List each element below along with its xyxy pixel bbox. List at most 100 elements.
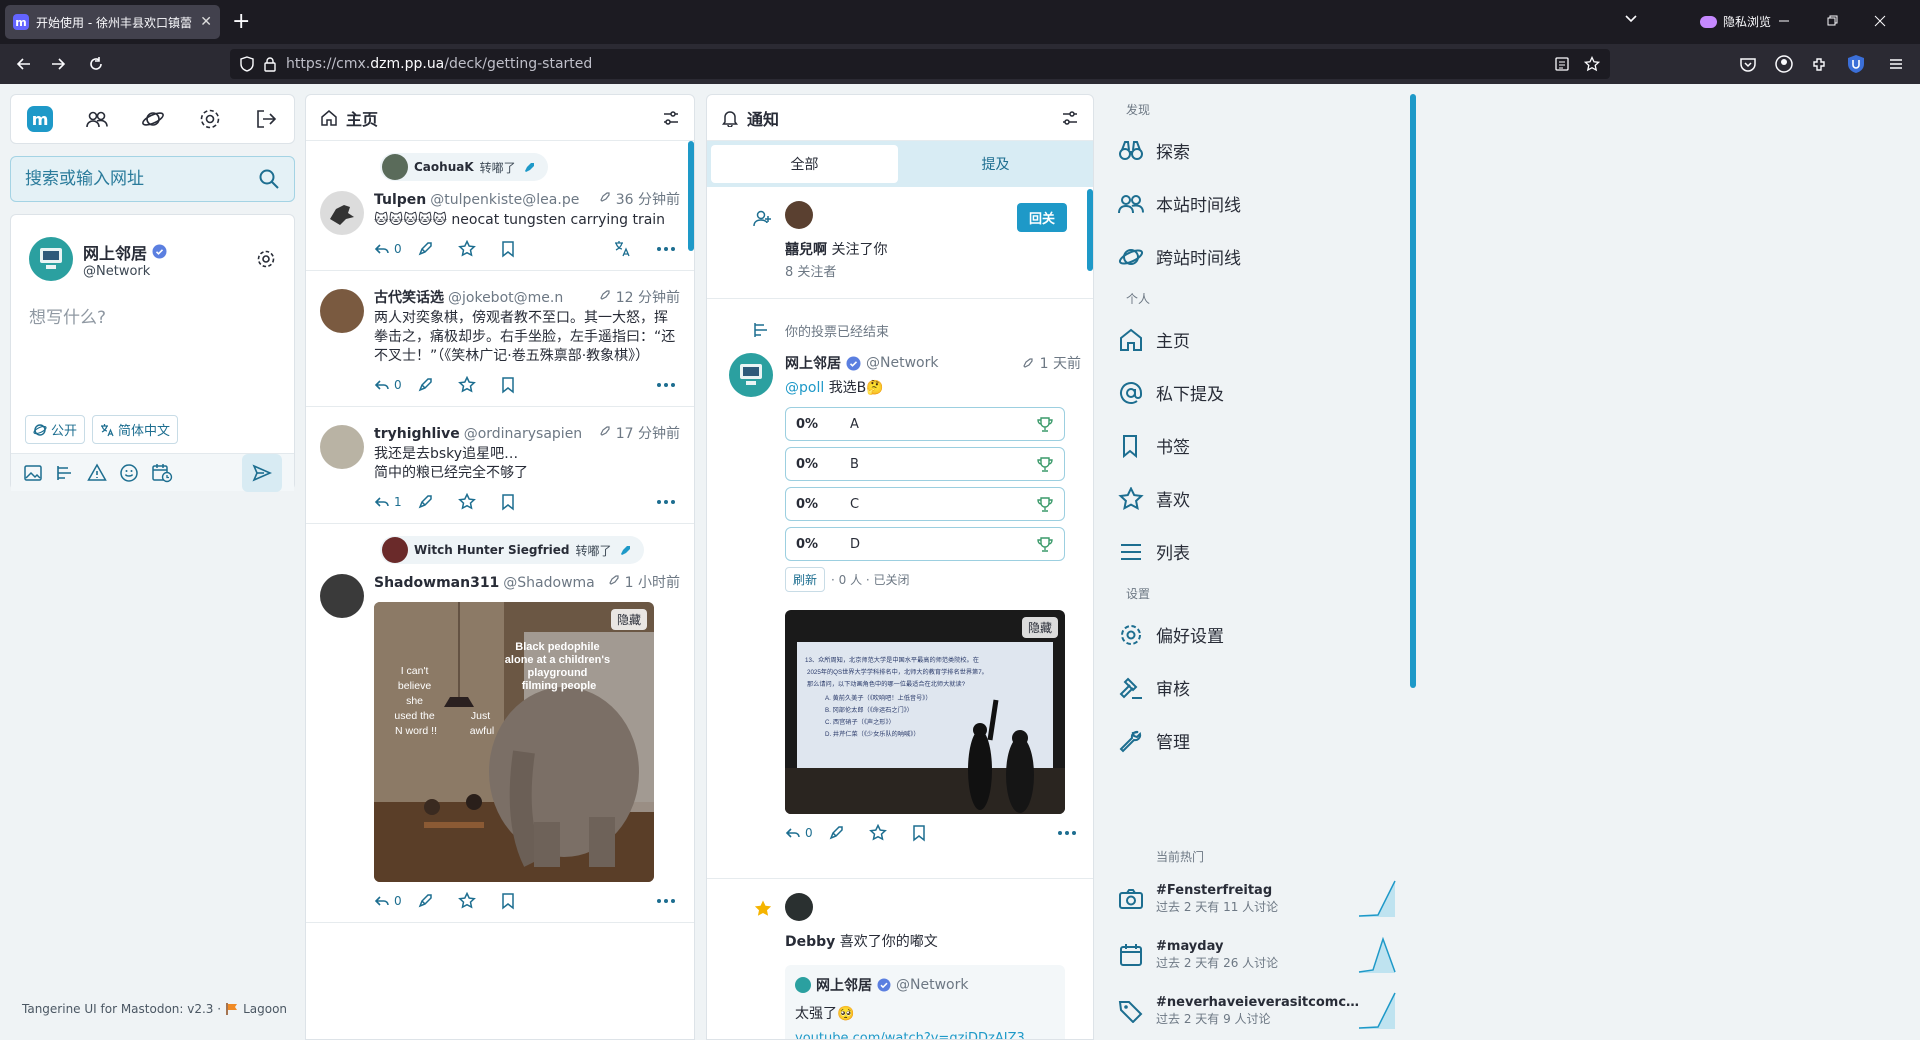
column-settings-icon[interactable] xyxy=(662,109,680,127)
compose-textarea[interactable] xyxy=(29,303,279,383)
trend-tag[interactable]: #neverhaveieverasitcomcharac… xyxy=(1156,995,1366,1010)
status-time[interactable]: 36 分钟前 xyxy=(616,189,680,209)
translate-button[interactable] xyxy=(614,240,656,258)
shield-icon[interactable] xyxy=(240,56,254,72)
follow-notification[interactable]: 回关 囍兒啊 关注了你 8 关注者 xyxy=(707,187,1093,299)
minimize-icon[interactable] xyxy=(1774,11,1794,31)
status-display-name[interactable]: Tulpen xyxy=(374,192,426,208)
favourite-button[interactable] xyxy=(869,824,911,842)
avatar[interactable] xyxy=(320,191,364,235)
visibility-button[interactable]: 公开 xyxy=(25,415,86,444)
bookmark-button[interactable] xyxy=(500,240,542,258)
status-time[interactable]: 1 小时前 xyxy=(625,572,680,592)
avatar[interactable] xyxy=(785,201,813,229)
status-acct[interactable]: @ordinarysapien xyxy=(464,426,594,442)
nav-item-preferences[interactable]: 偏好设置 xyxy=(1106,608,1416,661)
boost-button[interactable] xyxy=(416,240,458,258)
nav-item-home[interactable]: 主页 xyxy=(1106,313,1416,366)
status-display-name[interactable]: Shadowman311 xyxy=(374,575,499,591)
bookmark-button[interactable] xyxy=(500,892,542,910)
status-time[interactable]: 1 天前 xyxy=(1040,353,1081,373)
boost-button[interactable] xyxy=(416,892,458,910)
home-column-header[interactable]: 主页 xyxy=(306,95,694,141)
status-acct[interactable]: @jokebot@me.n xyxy=(448,290,594,306)
nav-item-administration[interactable]: 管理 xyxy=(1106,714,1416,767)
trend-tag[interactable]: #Fensterfreitag xyxy=(1156,883,1366,898)
status-display-name[interactable]: tryhighlive xyxy=(374,426,460,442)
notifications-column-header[interactable]: 通知 xyxy=(707,95,1093,141)
lock-icon[interactable] xyxy=(264,56,276,72)
status-media-image[interactable]: 13、众所周知，北京师范大学是中国水平最高的师范类院校。在 2025年的QS世界… xyxy=(785,610,1065,814)
favouriter-name[interactable]: Debby xyxy=(785,934,835,950)
mastodon-logo-icon[interactable]: m xyxy=(27,106,54,132)
image-upload-icon[interactable] xyxy=(23,463,43,483)
bookmark-star-icon[interactable] xyxy=(1584,56,1600,72)
boost-button[interactable] xyxy=(416,376,458,394)
tab-close-icon[interactable]: ✕ xyxy=(200,14,212,30)
search-icon[interactable] xyxy=(258,168,280,190)
reply-button[interactable]: 0 xyxy=(374,242,416,256)
boost-button[interactable] xyxy=(827,824,869,842)
lagoon-link[interactable]: Lagoon xyxy=(243,1002,287,1016)
avatar[interactable] xyxy=(29,237,73,281)
bookmark-button[interactable] xyxy=(500,376,542,394)
poll-icon[interactable] xyxy=(55,463,75,483)
settings-gear-icon[interactable] xyxy=(198,107,222,131)
forward-icon[interactable] xyxy=(48,54,68,74)
status-time[interactable]: 12 分钟前 xyxy=(616,287,680,307)
hide-media-button[interactable]: 隐藏 xyxy=(610,609,647,630)
reply-button[interactable]: 0 xyxy=(374,378,416,392)
back-icon[interactable] xyxy=(14,54,34,74)
ublock-icon[interactable] xyxy=(1846,54,1866,74)
pocket-icon[interactable] xyxy=(1738,54,1758,74)
compose-settings-gear-icon[interactable] xyxy=(255,248,277,270)
favourited-status-preview[interactable]: 网上邻居 @Network 太强了🥺 youtube.com/watch?v=q… xyxy=(785,965,1065,1039)
status[interactable]: Witch Hunter Siegfried 转嘟了 Shadowman311 … xyxy=(306,524,694,923)
status[interactable]: CaohuaK 转嘟了 Tulpen @tulpenkiste@lea.pe 3… xyxy=(306,141,694,271)
navigation-scrollbar[interactable] xyxy=(1410,94,1416,688)
close-window-icon[interactable] xyxy=(1870,11,1890,31)
favourite-button[interactable] xyxy=(458,892,500,910)
status[interactable]: 古代笑话选 @jokebot@me.n 12 分钟前 两人对奕象棋，傍观者教不至… xyxy=(306,271,694,407)
tab-all[interactable]: 全部 xyxy=(711,145,898,183)
quoted-link[interactable]: youtube.com/watch?v=qziDDzAIZ3 xyxy=(795,1031,1055,1039)
favourite-notification[interactable]: Debby 喜欢了你的嘟文 网上邻居 @Network 太强了🥺 youtube… xyxy=(707,879,1093,1039)
nav-item-favourites[interactable]: 喜欢 xyxy=(1106,472,1416,525)
status-media-image[interactable]: Black pedophile alone at a children's pl… xyxy=(374,602,654,882)
avatar[interactable] xyxy=(382,154,408,180)
url-bar[interactable]: https://cmx.dzm.pp.ua/deck/getting-start… xyxy=(230,49,1610,79)
publish-button[interactable] xyxy=(242,453,282,492)
logout-icon[interactable] xyxy=(254,107,278,131)
content-warning-icon[interactable] xyxy=(87,462,107,483)
url-text[interactable]: https://cmx.dzm.pp.ua/deck/getting-start… xyxy=(286,56,592,72)
avatar[interactable] xyxy=(785,893,813,921)
avatar[interactable] xyxy=(320,289,364,333)
avatar[interactable] xyxy=(729,353,773,397)
favourite-button[interactable] xyxy=(458,240,500,258)
status-time[interactable]: 17 分钟前 xyxy=(616,423,680,443)
trend-item[interactable]: #neverhaveieverasitcomcharac…过去 2 天有 9 人… xyxy=(1106,983,1406,1039)
favourite-button[interactable] xyxy=(458,376,500,394)
extensions-icon[interactable] xyxy=(1810,54,1830,74)
status-acct[interactable]: @Network xyxy=(866,355,1016,371)
browser-tab[interactable]: m 开始使用 - 徐州丰县欢口镇蕾 ✕ xyxy=(5,5,220,39)
list-tabs-icon[interactable] xyxy=(1624,12,1638,26)
boost-button[interactable] xyxy=(416,493,458,511)
more-button[interactable] xyxy=(656,246,680,252)
trend-tag[interactable]: #mayday xyxy=(1156,939,1366,954)
more-button[interactable] xyxy=(656,382,680,388)
reply-button[interactable]: 1 xyxy=(374,495,416,509)
reply-button[interactable]: 0 xyxy=(785,826,827,840)
planet-icon[interactable] xyxy=(141,107,165,131)
avatar[interactable] xyxy=(320,425,364,469)
trend-item[interactable]: #Fensterfreitag 过去 2 天有 11 人讨论 xyxy=(1106,871,1406,927)
emoji-icon[interactable] xyxy=(119,463,139,483)
more-button[interactable] xyxy=(1057,830,1081,836)
nav-item-federated-timeline[interactable]: 跨站时间线 xyxy=(1106,230,1416,283)
follow-back-button[interactable]: 回关 xyxy=(1016,203,1067,232)
hide-media-button[interactable]: 隐藏 xyxy=(1021,617,1058,638)
nav-item-bookmarks[interactable]: 书签 xyxy=(1106,419,1416,472)
schedule-icon[interactable] xyxy=(151,463,173,483)
people-icon[interactable] xyxy=(85,107,109,131)
trend-item[interactable]: #mayday 过去 2 天有 26 人讨论 xyxy=(1106,927,1406,983)
